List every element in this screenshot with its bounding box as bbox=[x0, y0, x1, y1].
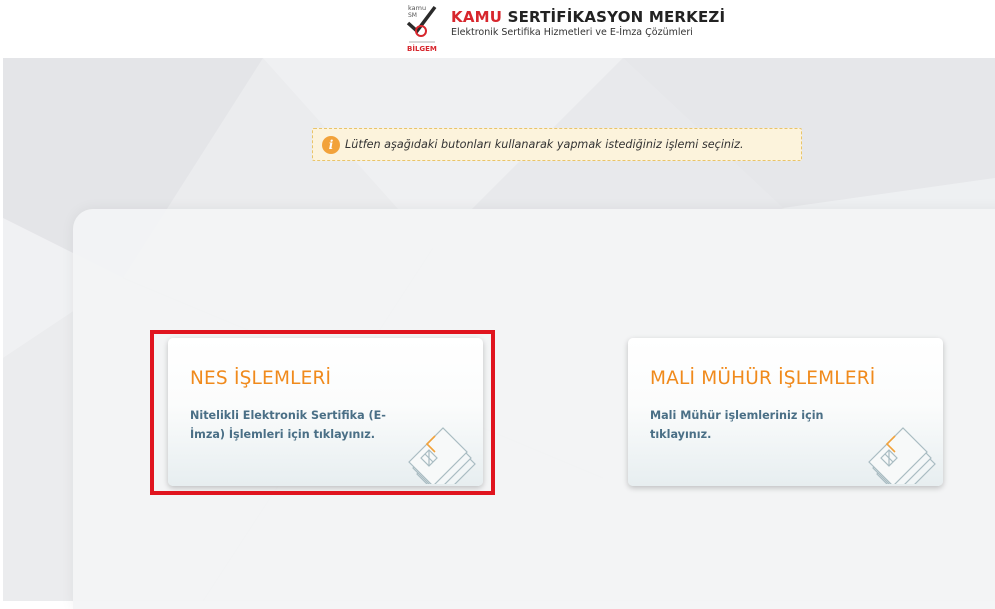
logo-text-mid: SM bbox=[408, 12, 417, 19]
card-title: NES İŞLEMLERİ bbox=[190, 368, 332, 389]
site-header: kamu SM BİLGEM KAMU SERTİFİKASYON MERKEZ… bbox=[0, 0, 995, 58]
card-description: Nitelikli Elektronik Sertifika (E-İmza) … bbox=[190, 409, 386, 441]
logo-text-top: kamu bbox=[408, 4, 426, 12]
smart-card-icon bbox=[408, 427, 476, 484]
notice-text: Lütfen aşağıdaki butonları kullanarak ya… bbox=[345, 138, 744, 151]
card-title: MALİ MÜHÜR İŞLEMLERİ bbox=[650, 368, 876, 389]
logo-text-bottom: BİLGEM bbox=[407, 44, 437, 53]
info-icon: i bbox=[322, 135, 340, 154]
brand-title-red: KAMU bbox=[451, 8, 503, 26]
smart-card-icon bbox=[868, 427, 936, 484]
brand-title: KAMU SERTİFİKASYON MERKEZİ bbox=[451, 8, 725, 26]
brand-title-dark: SERTİFİKASYON MERKEZİ bbox=[502, 8, 726, 26]
brand-block[interactable]: KAMU SERTİFİKASYON MERKEZİ Elektronik Se… bbox=[451, 8, 725, 38]
mali-muhur-islemleri-button[interactable]: MALİ MÜHÜR İŞLEMLERİ Mali Mühür işlemler… bbox=[628, 338, 943, 486]
brand-subtitle: Elektronik Sertifika Hizmetleri ve E-İmz… bbox=[451, 27, 693, 38]
kamu-sm-logo[interactable]: kamu SM BİLGEM bbox=[405, 3, 439, 53]
card-description: Mali Mühür işlemleriniz için tıklayınız. bbox=[650, 409, 824, 441]
nes-islemleri-button[interactable]: NES İŞLEMLERİ Nitelikli Elektronik Serti… bbox=[168, 338, 483, 486]
info-notice: i Lütfen aşağıdaki butonları kullanarak … bbox=[312, 128, 802, 161]
